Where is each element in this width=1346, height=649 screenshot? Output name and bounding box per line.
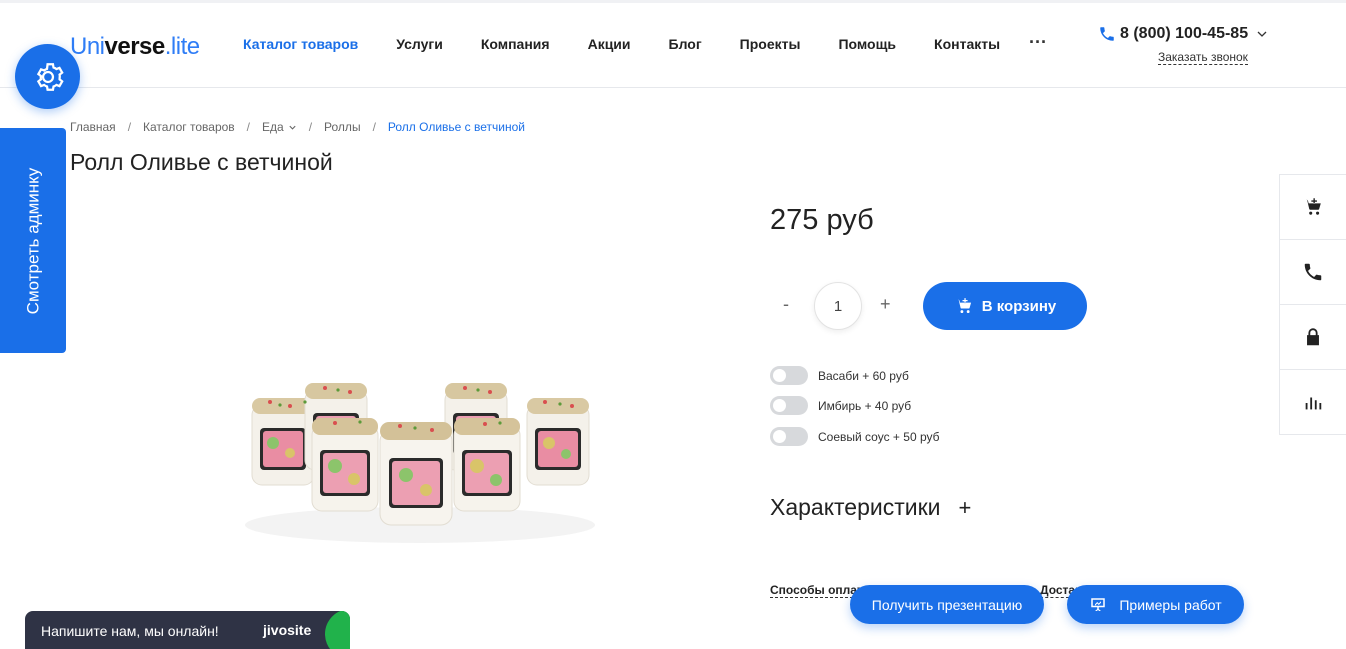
menu-item-promotions[interactable]: Акции [588,36,631,52]
get-presentation-label: Получить презентацию [871,596,1023,613]
side-cart-button[interactable] [1280,175,1346,240]
chevron-down-icon[interactable] [1256,28,1268,40]
menu-item-blog[interactable]: Блог [669,36,702,52]
chevron-down-icon[interactable] [288,123,297,132]
add-to-cart-label: В корзину [981,297,1057,315]
option-wasabi: Васаби + 60 руб [770,366,909,385]
option-toggle[interactable] [770,366,808,385]
site-header: Universe.lite Каталог товаров Услуги Ком… [0,0,1346,88]
page-title: Ролл Оливье с ветчиной [70,149,333,175]
option-toggle[interactable] [770,427,808,446]
option-label: Васаби + 60 руб [818,368,909,383]
view-admin-label: Смотреть админку [23,167,42,314]
roll-piece [379,422,453,526]
presentation-icon [1091,597,1106,611]
add-to-cart-button[interactable]: В корзину [923,282,1087,330]
breadcrumb-catalog[interactable]: Каталог товаров [143,120,235,134]
menu-item-projects[interactable]: Проекты [740,36,801,52]
chart-icon [1305,397,1322,409]
menu-item-company[interactable]: Компания [481,36,550,52]
gear-icon [36,62,64,91]
roll-piece [311,418,379,512]
breadcrumb-separator: / [246,120,251,134]
breadcrumb-food[interactable]: Еда [262,120,284,134]
phone-icon [1100,27,1114,41]
menu-item-help[interactable]: Помощь [838,36,896,52]
breadcrumb-current: Ролл Оливье с ветчиной [387,120,525,134]
option-label: Имбирь + 40 руб [818,398,912,413]
main-menu: Каталог товаров Услуги Компания Акции Бл… [243,36,1038,52]
settings-button[interactable] [15,44,80,109]
chat-prompt: Напишите нам, мы онлайн! [41,623,219,639]
breadcrumb: Главная / Каталог товаров / Еда / Роллы … [70,120,525,134]
phone-number: 8 (800) 100-45-85 [1120,25,1249,42]
option-ginger: Имбирь + 40 руб [770,396,911,415]
cart-icon [956,298,971,313]
lock-icon [1307,328,1319,346]
breadcrumb-home[interactable]: Главная [70,120,116,134]
logo[interactable]: Universe.lite [70,33,200,61]
product-image[interactable] [200,280,640,625]
work-examples-button[interactable]: Примеры работ [1067,585,1244,624]
get-presentation-button[interactable]: Получить презентацию [850,585,1044,624]
characteristics-header[interactable]: Характеристики + [770,494,971,521]
breadcrumb-separator: / [372,120,376,134]
menu-item-catalog[interactable]: Каталог товаров [243,36,358,52]
phone-icon [1304,263,1322,281]
side-login-button[interactable] [1280,305,1346,370]
breadcrumb-separator: / [308,120,313,134]
menu-item-contacts[interactable]: Контакты [934,36,1000,52]
side-phone-button[interactable] [1280,240,1346,305]
callback-link[interactable]: Заказать звонок [1158,50,1248,65]
characteristics-title: Характеристики [770,494,941,520]
chat-brand-logo: jivosite [263,622,312,638]
roll-piece [526,398,590,486]
menu-more-button[interactable]: ··· [1029,32,1047,53]
side-compare-button[interactable] [1280,370,1346,435]
side-quick-panel [1279,174,1346,435]
option-label: Соевый соус + 50 руб [818,429,940,444]
view-admin-tab[interactable]: Смотреть админку [0,128,66,353]
product-price: 275 руб [770,204,874,236]
option-soy-sauce: Соевый соус + 50 руб [770,427,940,446]
expand-plus-icon[interactable]: + [959,495,972,521]
chat-status-indicator [325,611,350,649]
roll-piece [453,418,521,512]
quantity-decrease-button[interactable]: - [783,294,789,315]
phone-block[interactable]: 8 (800) 100-45-85 [1098,25,1272,43]
breadcrumb-rolls[interactable]: Роллы [324,120,361,134]
chat-widget[interactable]: Напишите нам, мы онлайн! jivosite [25,611,350,649]
option-toggle[interactable] [770,396,808,415]
work-examples-label: Примеры работ [1119,596,1222,613]
quantity-input[interactable]: 1 [814,282,862,330]
cart-icon [1304,198,1321,215]
quantity-increase-button[interactable]: + [880,294,891,315]
breadcrumb-separator: / [127,120,132,134]
menu-item-services[interactable]: Услуги [396,36,443,52]
